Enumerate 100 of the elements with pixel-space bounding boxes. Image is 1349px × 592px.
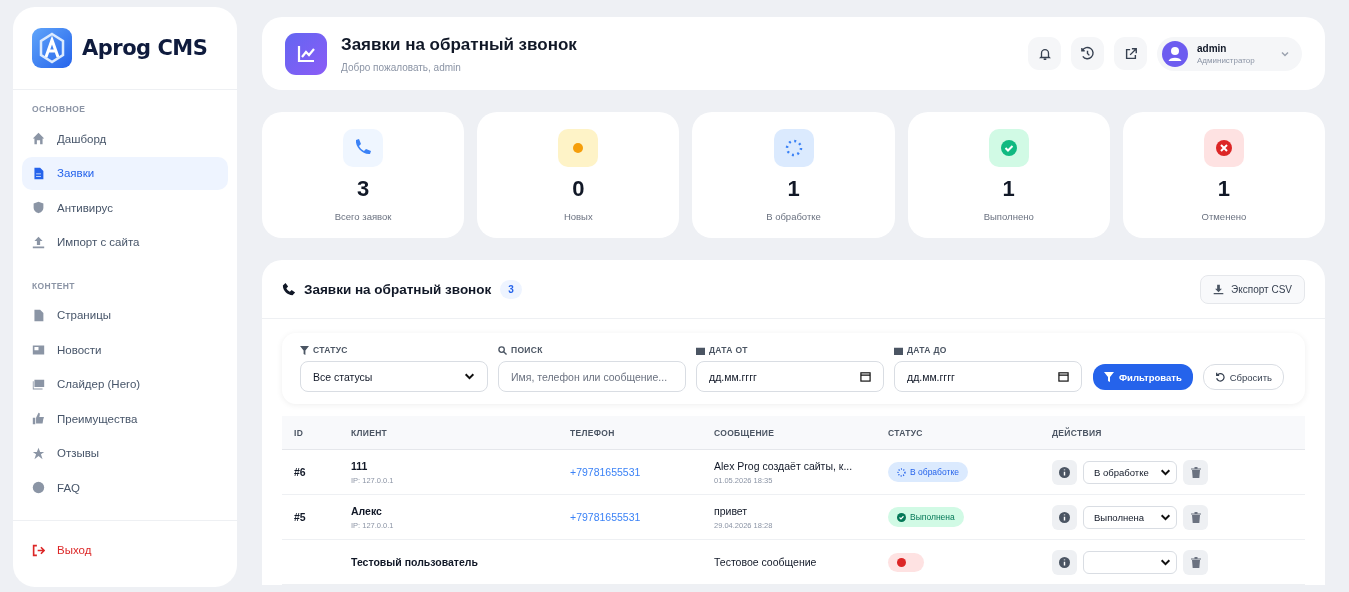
section-title: КОНТЕНТ — [31, 280, 76, 291]
status-select[interactable]: Все статусы — [300, 361, 488, 392]
chevron-down-icon — [464, 371, 475, 382]
filter-label: ПОИСК — [498, 345, 686, 355]
filter-label: ДАТА ОТ — [696, 345, 884, 355]
column-header: ТЕЛЕФОН — [558, 416, 702, 450]
message-text: Тестовое сообщение — [714, 556, 818, 568]
external-link-icon — [1123, 46, 1138, 61]
export-button[interactable]: Экспорт CSV — [1200, 274, 1305, 304]
info-button[interactable] — [1052, 504, 1077, 530]
stat-label: Отменено — [1201, 211, 1247, 222]
sidebar-item[interactable]: Отзывы — [22, 436, 228, 470]
date-field[interactable]: дд.мм.гггг — [696, 361, 884, 392]
stat-label: Выполнено — [983, 211, 1034, 222]
status-badge: Выполнена — [888, 507, 964, 527]
panel-title: Заявки на обратный звонок — [304, 281, 492, 297]
phone-link[interactable]: +79781655531 — [570, 511, 641, 523]
stat-value: 1 — [1002, 176, 1015, 202]
sidebar-item[interactable]: Заявки — [22, 156, 228, 190]
avatar-icon — [1162, 40, 1188, 67]
shield-icon — [32, 201, 45, 214]
sidebar-item[interactable]: Дашборд — [22, 122, 228, 155]
phone-link[interactable]: +79781655531 — [570, 466, 641, 478]
stat-label: Новых — [563, 211, 593, 222]
upload-icon — [32, 235, 45, 249]
sidebar-item[interactable]: FAQ — [22, 471, 228, 504]
star-icon — [32, 446, 45, 460]
status-select[interactable]: В обработке — [1083, 460, 1177, 484]
chart-icon — [285, 32, 327, 75]
column-header: СТАТУС — [876, 416, 1040, 450]
news-icon — [32, 343, 45, 356]
phone-icon — [282, 282, 296, 296]
sidebar-item[interactable]: Импорт с сайта — [22, 225, 228, 259]
bell-icon — [1037, 46, 1052, 61]
stat-value: 0 — [572, 176, 585, 202]
sidebar-item[interactable]: Слайдер (Hero) — [22, 367, 228, 401]
column-header: СООБЩЕНИЕ — [702, 416, 876, 450]
sidebar-item[interactable]: Антивирус — [22, 191, 228, 224]
request-id: #5 — [294, 511, 306, 523]
history-button[interactable] — [1071, 37, 1104, 70]
logout-link[interactable]: Выход — [22, 533, 228, 567]
logo-icon — [32, 28, 72, 68]
filter-label: ДАТА ДО — [894, 345, 1082, 355]
logo-text: Aprog CMS — [82, 36, 208, 60]
home-icon — [32, 132, 45, 145]
info-button[interactable] — [1052, 459, 1077, 485]
phone-icon — [343, 129, 384, 167]
info-icon — [1059, 511, 1070, 523]
images-icon — [32, 377, 45, 391]
download-icon — [1213, 283, 1225, 295]
date-field[interactable]: дд.мм.гггг — [894, 361, 1082, 392]
column-header: ДЕЙСТВИЯ — [1040, 416, 1305, 450]
section-title: ОСНОВНОЕ — [31, 104, 87, 114]
external-link-button[interactable] — [1114, 37, 1147, 70]
delete-button[interactable] — [1183, 549, 1208, 575]
status-badge: В обработке — [888, 462, 968, 482]
stat-value: 3 — [356, 176, 370, 202]
message-text: привет — [714, 504, 749, 517]
info-icon — [1059, 466, 1070, 478]
calendar-icon — [696, 345, 705, 355]
sidebar-item[interactable]: Преимущества — [22, 402, 228, 435]
search-field[interactable]: Имя, телефон или сообщение... — [498, 361, 686, 392]
client-name: Тестовый пользователь — [351, 556, 479, 568]
count-badge: 3 — [500, 279, 522, 299]
info-icon — [1059, 556, 1070, 568]
column-header: КЛИЕНТ — [339, 416, 558, 450]
client-name: 111 — [351, 459, 369, 472]
page-title: Заявки на обратный звонок — [341, 34, 578, 55]
column-header: ID — [282, 416, 339, 450]
filter-button[interactable]: Фильтровать — [1093, 364, 1193, 390]
doc-icon — [32, 166, 45, 180]
notifications-button[interactable] — [1028, 37, 1061, 70]
stat-label: Всего заявок — [334, 211, 392, 222]
calendar-icon — [1058, 371, 1069, 382]
user-menu[interactable]: admin Администратор — [1157, 36, 1302, 71]
filter-label: СТАТУС — [300, 345, 488, 355]
delete-button[interactable] — [1183, 459, 1208, 485]
filter-icon — [1104, 372, 1114, 382]
calendar-icon — [860, 371, 871, 382]
thumb-icon — [32, 412, 45, 425]
delete-button[interactable] — [1183, 504, 1208, 530]
status-select[interactable]: Выполнена — [1083, 505, 1177, 529]
calendar-icon — [894, 345, 903, 355]
info-button[interactable] — [1052, 549, 1077, 575]
search-icon — [498, 345, 507, 355]
sidebar-item[interactable]: Страницы — [22, 298, 228, 332]
sidebar-item[interactable]: Новости — [22, 333, 228, 366]
trash-icon — [1190, 466, 1201, 478]
trash-icon — [1190, 511, 1201, 523]
page-icon — [32, 308, 45, 322]
stat-value: 1 — [1217, 176, 1231, 202]
stat-label: В обработке — [766, 211, 821, 222]
undo-icon — [1214, 372, 1225, 382]
request-id: #6 — [294, 466, 306, 478]
message-text: Alex Prog создаёт сайты, к... — [714, 459, 854, 472]
reset-button[interactable]: Сбросить — [1202, 364, 1284, 390]
logout-icon — [32, 543, 45, 557]
welcome-text: Добро пожаловать, admin — [341, 61, 462, 73]
client-name: Алекс — [351, 504, 383, 517]
filter-icon — [300, 345, 309, 355]
